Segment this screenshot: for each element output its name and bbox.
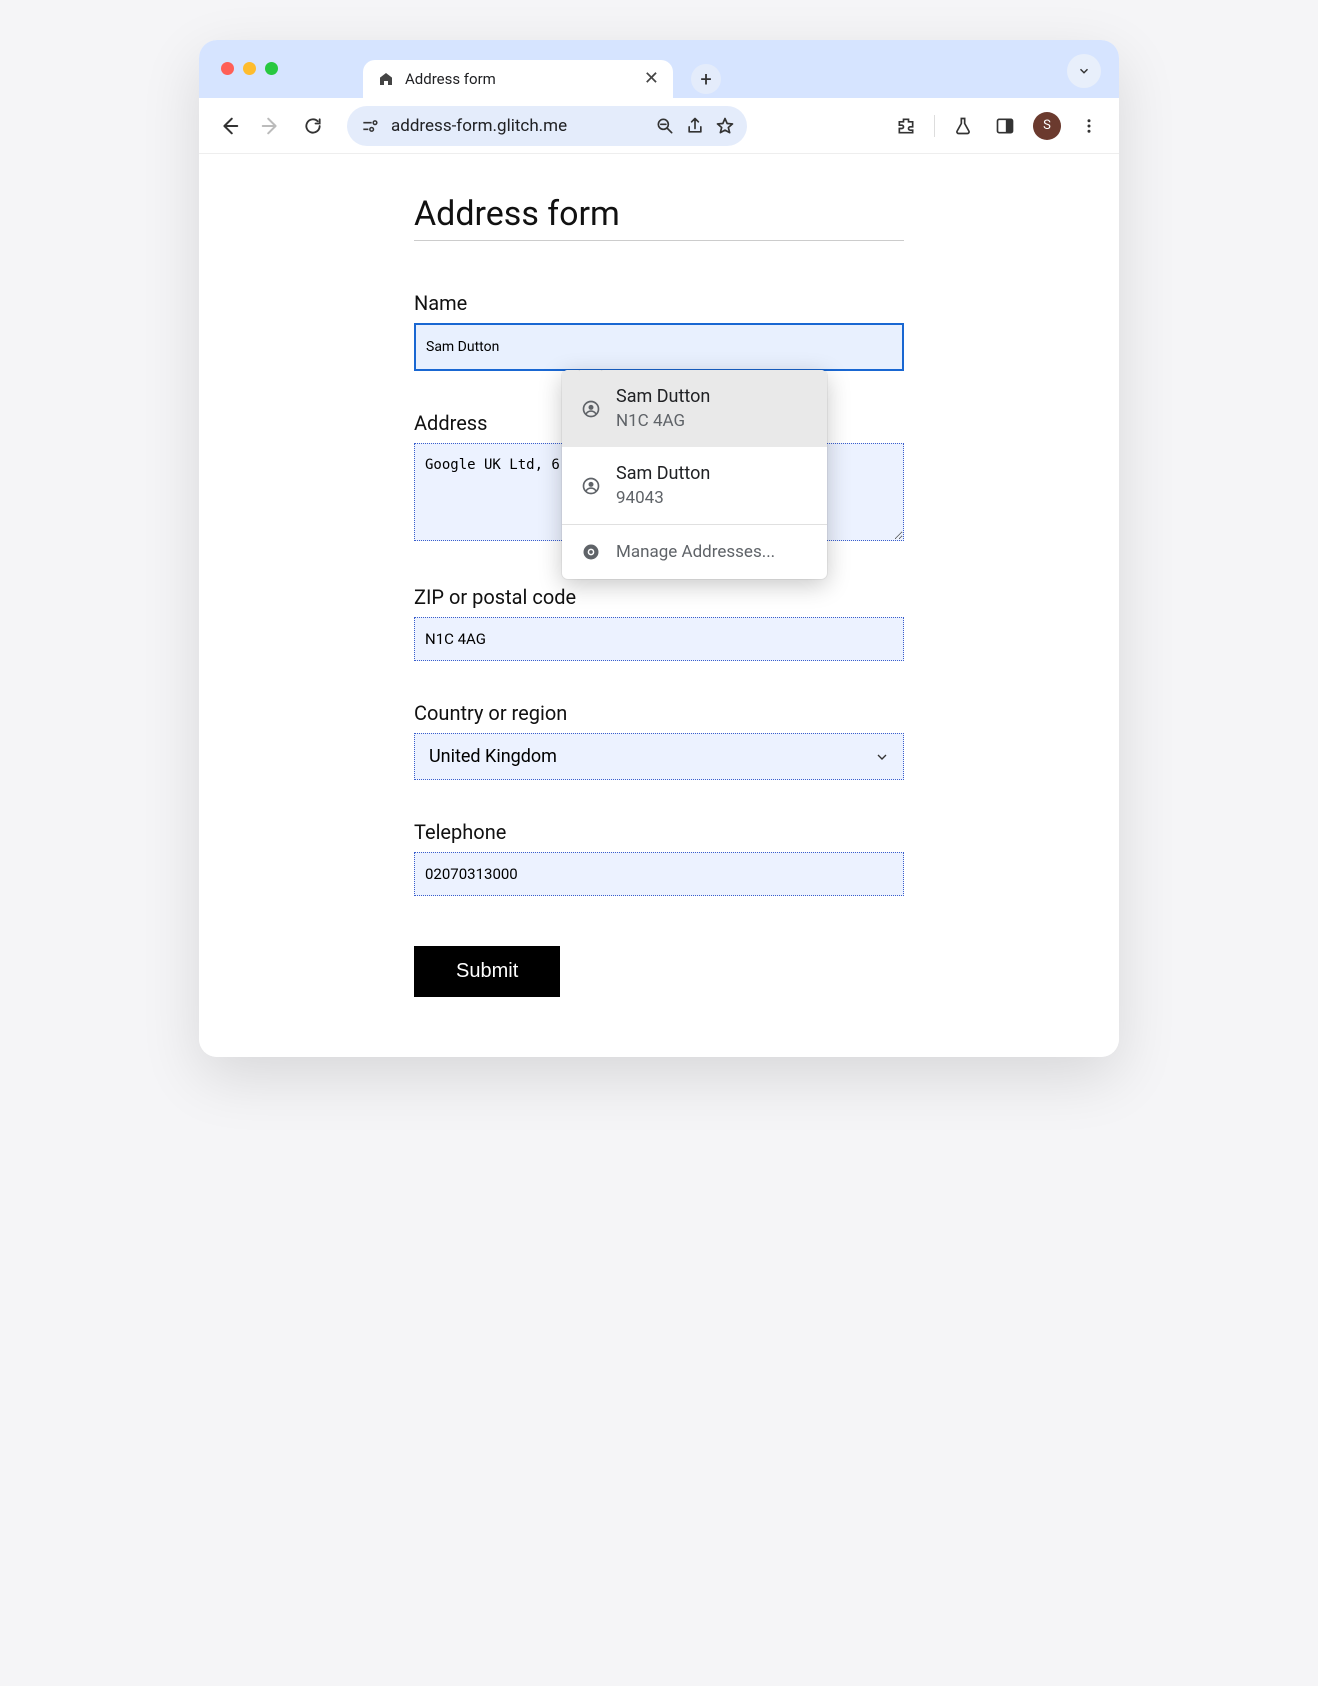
field-country: Country or region United Kingdom <box>414 701 904 780</box>
autofill-manage-label: Manage Addresses... <box>616 542 775 562</box>
browser-tab[interactable]: Address form ✕ <box>363 60 673 98</box>
field-zip: ZIP or postal code <box>414 585 904 661</box>
autofill-secondary: 94043 <box>616 488 710 508</box>
autofill-suggestion-0[interactable]: Sam Dutton N1C 4AG <box>562 370 827 447</box>
field-name: Name <box>414 291 904 371</box>
autofill-popup: Sam Dutton N1C 4AG Sam Dutton 94043 <box>562 370 827 579</box>
back-button[interactable] <box>215 112 243 140</box>
sidepanel-icon[interactable] <box>991 112 1019 140</box>
window-maximize-button[interactable] <box>265 62 278 75</box>
autofill-primary: Sam Dutton <box>616 463 710 484</box>
url-text: address-form.glitch.me <box>391 116 645 136</box>
zoom-icon[interactable] <box>655 116 675 136</box>
phone-label: Telephone <box>414 820 904 844</box>
country-label: Country or region <box>414 701 904 725</box>
autofill-primary: Sam Dutton <box>616 386 710 407</box>
tab-favicon-icon <box>377 70 395 88</box>
tabs-dropdown-button[interactable] <box>1067 54 1101 88</box>
country-select[interactable]: United Kingdom <box>414 733 904 780</box>
phone-input[interactable] <box>414 852 904 896</box>
tab-title: Address form <box>405 70 634 88</box>
site-settings-icon[interactable] <box>359 115 381 137</box>
zip-input[interactable] <box>414 617 904 661</box>
toolbar-divider <box>934 115 935 137</box>
share-icon[interactable] <box>685 116 705 136</box>
window-controls <box>221 62 278 75</box>
field-phone: Telephone <box>414 820 904 896</box>
labs-icon[interactable] <box>949 112 977 140</box>
new-tab-button[interactable]: + <box>691 64 721 94</box>
person-icon <box>580 475 602 497</box>
chrome-icon <box>580 541 602 563</box>
browser-window: Address form ✕ + address-form.glitch.me <box>199 40 1119 1057</box>
profile-initial: S <box>1043 118 1051 133</box>
zip-label: ZIP or postal code <box>414 585 904 609</box>
forward-button[interactable] <box>257 112 285 140</box>
browser-toolbar: address-form.glitch.me S <box>199 98 1119 154</box>
window-minimize-button[interactable] <box>243 62 256 75</box>
name-label: Name <box>414 291 904 315</box>
submit-button[interactable]: Submit <box>414 946 560 997</box>
extensions-icon[interactable] <box>892 112 920 140</box>
tab-close-button[interactable]: ✕ <box>644 70 659 88</box>
autofill-suggestion-1[interactable]: Sam Dutton 94043 <box>562 447 827 524</box>
address-form: Address form Name Sam Dutton N1C 4AG <box>414 194 904 997</box>
reload-button[interactable] <box>299 112 327 140</box>
page-heading: Address form <box>414 194 904 241</box>
profile-avatar[interactable]: S <box>1033 112 1061 140</box>
overflow-menu-icon[interactable] <box>1075 112 1103 140</box>
autofill-manage-link[interactable]: Manage Addresses... <box>562 525 827 579</box>
bookmark-star-icon[interactable] <box>715 116 735 136</box>
address-bar[interactable]: address-form.glitch.me <box>347 106 747 146</box>
name-input[interactable] <box>414 323 904 371</box>
person-icon <box>580 398 602 420</box>
page-content: Address form Name Sam Dutton N1C 4AG <box>199 154 1119 1057</box>
titlebar: Address form ✕ + <box>199 40 1119 98</box>
window-close-button[interactable] <box>221 62 234 75</box>
autofill-secondary: N1C 4AG <box>616 411 710 431</box>
